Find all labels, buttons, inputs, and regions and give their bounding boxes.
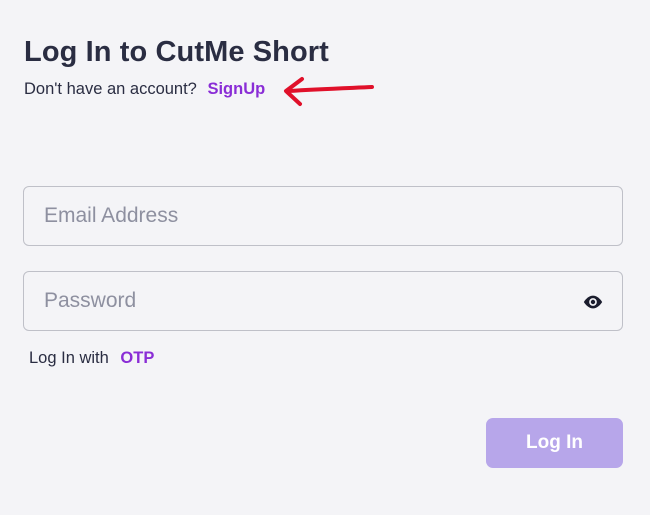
password-field[interactable] (23, 271, 623, 331)
email-input[interactable] (24, 187, 622, 245)
eye-icon[interactable] (582, 291, 604, 313)
otp-link[interactable]: OTP (120, 349, 154, 367)
signup-link[interactable]: SignUp (207, 80, 265, 98)
red-arrow-icon (284, 77, 374, 106)
login-button[interactable]: Log In (486, 418, 623, 468)
signup-row: Don't have an account? SignUp (24, 80, 265, 99)
page-title: Log In to CutMe Short (24, 36, 329, 68)
otp-prompt: Log In with (29, 349, 109, 367)
otp-row: Log In with OTP (29, 349, 154, 368)
login-page: Log In to CutMe Short Don't have an acco… (0, 0, 650, 515)
email-field[interactable] (23, 186, 623, 246)
signup-prompt: Don't have an account? (24, 80, 197, 98)
password-input[interactable] (24, 272, 622, 330)
